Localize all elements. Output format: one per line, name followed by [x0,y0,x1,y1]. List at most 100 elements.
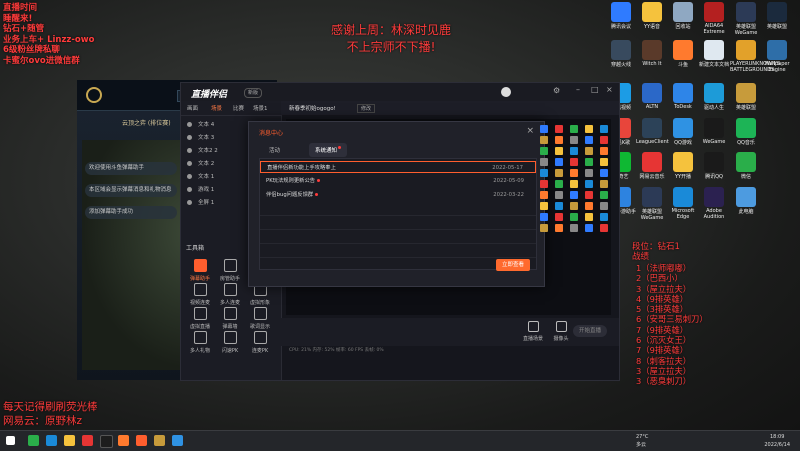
tool-lyrics[interactable]: 歌词显示 [247,307,273,330]
thanks-line: 感谢上周：林深时见鹿 [330,23,451,37]
eye-icon[interactable] [187,148,192,153]
view-now-button[interactable]: 立即查看 [496,259,530,271]
thanks-overlay: 感谢上周：林深时见鹿 不上宗师不下播! [326,22,456,56]
settings-icon[interactable]: ⚙ [553,86,560,95]
start-live-button[interactable]: 开始直播 [573,325,607,337]
desktop-icon[interactable]: ToDesk [667,83,699,110]
stream-companion-icon[interactable] [136,435,147,446]
desktop-icon[interactable]: PLAYERUNKNOWN'S BATTLEGROUNDS [730,40,780,73]
maximize-icon[interactable]: □ [591,85,599,94]
message-row[interactable]: 直播伴侣新功能上手攻略奉上 2022-05-17 [260,161,536,173]
desktop-icon[interactable]: LeagueClient [636,118,669,145]
tab-activity[interactable]: 活动 [263,143,286,157]
tab-scene[interactable]: 场景 [211,104,222,112]
thumbnail-icon [585,147,593,155]
folder-icon[interactable] [64,435,75,446]
desktop-icon[interactable]: AIDA64 Extreme [698,2,730,35]
thumbnail-icon [555,202,563,210]
douyu-icon[interactable] [118,435,129,446]
message-center-dialog[interactable]: 消息中心 × 活动 系统通知 直播伴侣新功能上手攻略奉上 2022-05-17 … [248,121,545,287]
edge-icon[interactable] [46,435,57,446]
desktop-icon[interactable]: 英雄联盟 [761,2,793,30]
eye-icon[interactable] [187,122,192,127]
status-text: CPU: 21% 内存: 52% 帧率: 60 FPS 丢帧: 0% [289,348,384,353]
stream-info-line: 钻石+随管 [3,24,45,34]
desktop-icon[interactable]: 英雄联盟WeGame [636,187,668,221]
league-icon[interactable] [154,435,165,446]
tool-multi-gift[interactable]: 多人礼物 [187,331,213,354]
tab-system-notice[interactable]: 系统通知 [309,143,348,157]
wall-icon [223,307,237,320]
thumbnail-icon [600,158,608,166]
desktop-icon[interactable]: Adobe Audition [698,187,730,220]
tool-flash-pk[interactable]: 闪速PK [217,331,243,354]
tool-danmu-assistant[interactable]: 弹幕助手 [187,259,213,282]
desktop-icon[interactable]: 腾讯会议 [605,2,637,30]
tool-danmu-wall[interactable]: 弹幕墙 [217,307,243,330]
desktop-icon[interactable]: 驱动人生 [698,83,730,111]
bottom-toolbar: 直播场景 摄像头 开始直播 [281,318,619,346]
desktop-icon[interactable]: QQ游戏 [667,118,699,146]
app-icon [704,152,724,172]
desktop-icon[interactable]: ALTN [636,83,668,110]
desktop-icon[interactable]: YY语音 [636,2,668,30]
wechat-icon[interactable] [28,435,39,446]
thumbnail-icon [585,213,593,221]
stream-info-line: 卡蜜尔ovo进微信群 [3,55,80,66]
desktop-icon[interactable]: 此电脑 [730,187,762,215]
message-row[interactable]: PK玩法规则更新公告 2022-05-09 [260,175,536,187]
desktop-icon[interactable]: 网易云音乐 [636,152,668,180]
tool-room-manager[interactable]: 房管助手 [217,259,243,282]
close-icon[interactable]: × [606,85,613,94]
tab-scene1[interactable]: 场景1 [253,104,268,112]
desktop-icon[interactable]: 微信 [730,152,762,180]
tool-virtual-live[interactable]: 虚拟直播 [187,307,213,330]
eye-icon[interactable] [187,135,192,140]
tool-link-pk[interactable]: 连麦PK [247,331,273,354]
desktop-icon[interactable]: Wallpaper Engine [761,40,793,73]
thumbnail-icon [540,136,548,144]
minimize-icon[interactable]: – [576,85,580,94]
desktop-icon[interactable]: 腾讯QQ [698,152,730,180]
weather-widget[interactable]: 27°C 多云 [636,433,648,449]
netease-music-icon[interactable] [82,435,93,446]
message-row[interactable]: 伴侣bug问题反馈群 2022-03-22 [260,189,536,201]
tool-multi-link[interactable]: 多人连麦 [217,283,243,306]
version-badge[interactable]: 新版 [244,88,262,98]
camera-button[interactable]: 摄像头 [549,321,573,342]
edit-title-button[interactable]: 修改 [357,104,376,113]
group-icon [223,283,237,296]
tool-video-link[interactable]: 视频连麦 [187,283,213,306]
desktop-icon[interactable]: 英雄联盟WeGame [730,2,762,36]
tab-match[interactable]: 比赛 [233,104,244,112]
desktop-icon[interactable]: 英雄联盟 [730,83,762,111]
app-icon [704,83,724,103]
desktop-icon-label: Witch It [642,61,662,67]
desktop-icon[interactable]: QQ音乐 [730,118,762,146]
clock[interactable]: 18:09 2022/6/14 [764,433,790,449]
live-scene-button[interactable]: 直播场景 [521,321,545,342]
desktop-icon[interactable]: Microsoft Edge [667,187,699,220]
dialog-close-icon[interactable]: × [526,126,534,136]
desktop-icon[interactable]: 斗鱼 [667,40,699,68]
wegame-icon[interactable] [100,435,113,448]
avatar[interactable] [501,87,511,97]
eye-icon[interactable] [187,161,192,166]
thumbnail-icon [585,202,593,210]
eye-icon[interactable] [187,200,192,205]
desktop-icon[interactable]: Witch It [636,40,668,67]
message-list: 直播伴侣新功能上手攻略奉上 2022-05-17 PK玩法规则更新公告 2022… [259,158,537,270]
start-icon[interactable] [6,436,15,445]
eye-icon[interactable] [187,174,192,179]
desktop-icon[interactable]: 回收站 [667,2,699,30]
tab-picture[interactable]: 画面 [187,104,198,112]
eye-icon[interactable] [187,187,192,192]
app-icon [611,2,631,22]
thumbnail-icon [540,191,548,199]
desktop-icon[interactable]: YY开播 [667,152,699,180]
desktop-icon[interactable]: WeGame [698,118,730,145]
thumbnail-icon [555,169,563,177]
desktop-icon[interactable]: 新建文本文档 [698,40,730,68]
qq-icon[interactable] [172,435,183,446]
desktop-icon[interactable]: 穿越火线 [605,40,637,68]
